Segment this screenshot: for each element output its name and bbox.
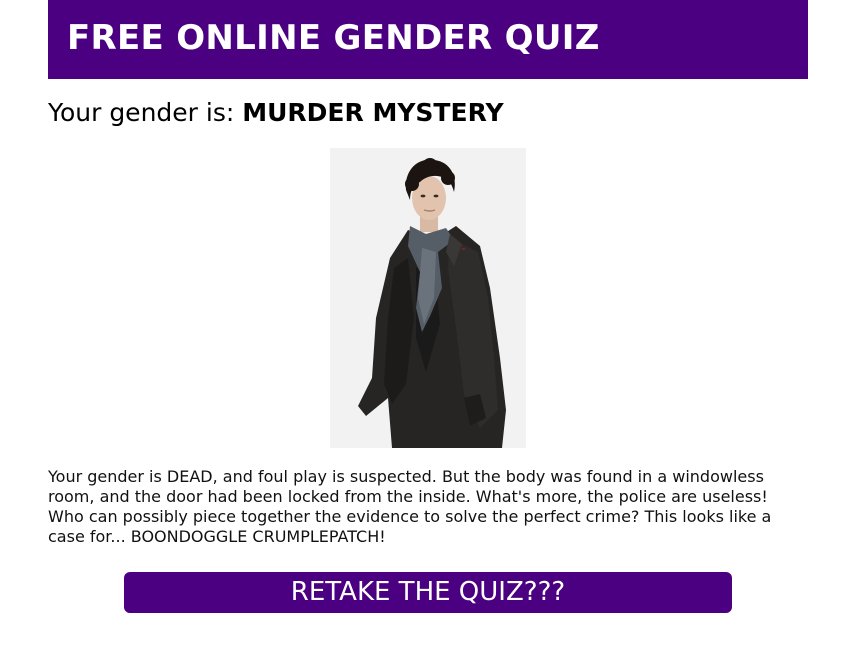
result-heading: Your gender is: MURDER MYSTERY xyxy=(48,96,504,130)
result-prefix: Your gender is: xyxy=(48,98,235,127)
result-value: MURDER MYSTERY xyxy=(242,98,504,127)
retake-quiz-button[interactable]: RETAKE THE QUIZ??? xyxy=(124,572,732,613)
result-portrait-image xyxy=(330,148,526,448)
result-description: Your gender is DEAD, and foul play is su… xyxy=(48,467,772,546)
site-title: FREE ONLINE GENDER QUIZ xyxy=(67,18,600,58)
site-header: FREE ONLINE GENDER QUIZ xyxy=(48,0,808,79)
